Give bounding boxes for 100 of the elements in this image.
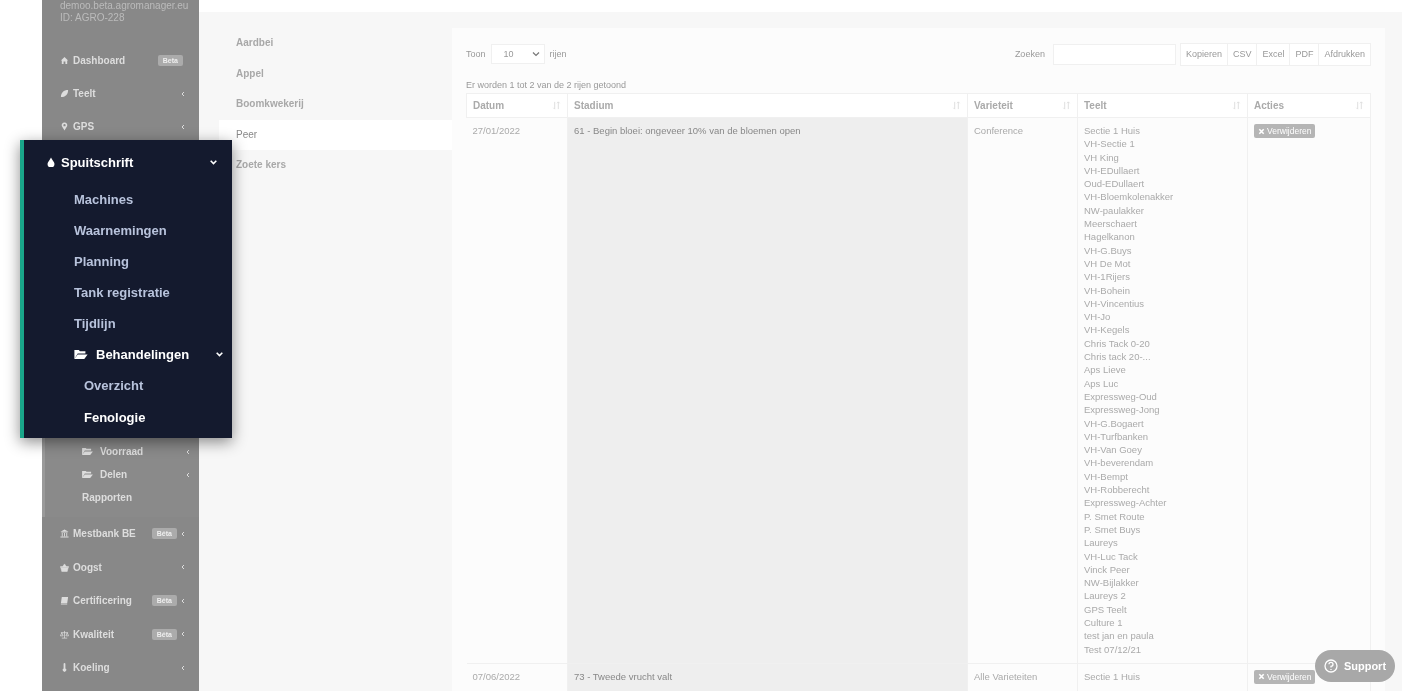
folder-icon	[74, 349, 88, 360]
field-name: Oud-EDullaert	[1084, 177, 1146, 191]
drop-icon	[47, 157, 55, 167]
book-icon	[60, 596, 69, 606]
sidebar-subitem[interactable]: Rapporten	[45, 486, 199, 509]
scale-icon	[60, 629, 69, 639]
length-label: Toon	[466, 49, 486, 59]
home-icon	[60, 56, 69, 65]
leaf-icon	[60, 89, 69, 98]
field-name: Expressweg-Oud	[1084, 389, 1158, 404]
sort-icon	[1062, 101, 1071, 110]
field-name: Aps Lieve	[1084, 363, 1127, 377]
field-name: VH-Vincentius	[1084, 296, 1146, 311]
field-name: VH-Sectie 1	[1084, 137, 1136, 151]
crop-tab[interactable]: Peer	[219, 119, 452, 150]
field-name: Expressweg-Achter	[1084, 496, 1168, 510]
field-name: Hagelkanon	[1084, 230, 1136, 244]
field-name: VH-Van Goey	[1084, 443, 1143, 457]
menu-item[interactable]: Fenologie	[24, 401, 232, 433]
table-info: Er worden 1 tot 2 van de 2 rijen getoond	[466, 80, 628, 92]
bank-icon	[60, 529, 69, 539]
folder-icon	[82, 447, 93, 456]
close-icon	[1258, 127, 1265, 135]
field-name: VH-EDullaert	[1084, 163, 1141, 178]
field-name: Aps Luc	[1084, 376, 1120, 390]
table-cell: 07/06/2022	[466, 663, 568, 691]
sidebar-item[interactable]: Oogst	[42, 550, 199, 584]
thermometer-icon	[60, 663, 69, 673]
sidebar-subitem[interactable]: Delen	[45, 463, 199, 486]
field-name: VH-Bohein	[1084, 283, 1131, 297]
column-header[interactable]: Stadium	[567, 93, 968, 118]
field-name: VH-1Rijers	[1084, 270, 1131, 284]
field-name: P. Smet Buys	[1084, 522, 1142, 537]
column-header[interactable]: Acties	[1247, 93, 1371, 118]
crop-tab[interactable]: Aardbei	[219, 28, 452, 59]
field-name: Chris Tack 0-20	[1084, 336, 1151, 351]
field-name: Laureys	[1084, 536, 1119, 550]
sidebar-subitem[interactable]: Voorraad	[45, 440, 199, 463]
field-name: VH-G.Buys	[1084, 243, 1133, 257]
field-name: Culture 1	[1084, 616, 1124, 630]
delete-button[interactable]: Verwijderen	[1254, 669, 1316, 684]
crop-tab[interactable]: Appel	[219, 58, 452, 89]
field-name: Sectie 1 Huis	[1084, 124, 1141, 138]
close-icon	[1258, 673, 1265, 681]
field-name: Expressweg-Jong	[1084, 403, 1161, 417]
field-name: NW-paulakker	[1084, 203, 1145, 218]
sidebar-item[interactable]: Koeling	[42, 651, 199, 685]
sort-icon	[552, 101, 561, 110]
column-header[interactable]: Datum	[466, 93, 568, 118]
menu-item[interactable]: Planning	[24, 246, 232, 277]
menu-item[interactable]: Tijdlijn	[24, 308, 232, 339]
basket-icon	[60, 562, 69, 572]
menu-item[interactable]: Tank registratie	[24, 277, 232, 308]
field-name: Meerschaert	[1084, 217, 1138, 231]
menu-item[interactable]: Machines	[24, 184, 232, 215]
table-cell: Alle Varieteiten	[967, 663, 1078, 691]
field-name: Chris tack 20-...	[1084, 350, 1152, 364]
field-name: VH-Bloemkolenakker	[1084, 190, 1175, 204]
crop-tab[interactable]: Boomkwekerij	[219, 89, 452, 120]
field-name: Test 07/12/21	[1084, 642, 1143, 656]
sort-icon	[952, 101, 961, 110]
field-name: VH-beverendam	[1084, 456, 1155, 470]
length-label: rijen	[549, 49, 567, 59]
column-header[interactable]: Varieteit	[967, 93, 1078, 118]
sidebar-item[interactable]: GPS	[42, 110, 199, 143]
field-name: Laureys 2	[1084, 589, 1127, 603]
field-name: GPS Teelt	[1084, 602, 1128, 616]
field-name: VH-G.Bogaert	[1084, 416, 1145, 430]
field-name: test jan en paula	[1084, 629, 1155, 643]
table-cell: 27/01/2022	[466, 117, 568, 664]
field-name: NW-Bijlakker	[1084, 576, 1140, 590]
menu-item[interactable]: Overzicht	[24, 370, 232, 402]
table-cell: 61 - Begin bloei: ongeveer 10% van de bloemen open	[567, 117, 968, 664]
field-name: VH De Mot	[1084, 256, 1132, 271]
field-name: VH-Kegels	[1084, 323, 1131, 337]
help-icon	[1323, 659, 1338, 673]
column-header[interactable]: Teelt	[1077, 93, 1248, 118]
field-name: VH-Turfbanken	[1084, 429, 1150, 444]
menu-group[interactable]: Behandelingen	[24, 339, 232, 370]
field-name: P. Smet Route	[1084, 509, 1146, 523]
field-name: Sectie 1 Huis	[1084, 669, 1141, 684]
field-name: VH King	[1084, 150, 1120, 164]
chevron-icon	[531, 51, 540, 57]
table-cell: Conference	[967, 117, 1078, 664]
search-label: Zoeken	[1014, 49, 1045, 59]
rows-per-page-select[interactable]: 10	[490, 44, 545, 64]
field-name: VH-Bempt	[1084, 469, 1129, 483]
sort-icon	[1355, 101, 1364, 110]
folder-icon	[82, 470, 93, 479]
field-name: VH-Jo	[1084, 310, 1112, 324]
support-button[interactable]: Support	[1315, 650, 1395, 682]
field-name: Vinck Peer	[1084, 562, 1131, 577]
delete-button[interactable]: Verwijderen	[1254, 124, 1316, 138]
sidebar-item[interactable]: Teelt	[42, 77, 199, 110]
menu-item[interactable]: Waarnemingen	[24, 215, 232, 246]
map-pin-icon	[60, 122, 69, 131]
sort-icon	[1232, 101, 1241, 110]
table-cell: 73 - Tweede vrucht valt	[567, 663, 968, 691]
field-name: VH-Robberecht	[1084, 483, 1151, 497]
field-name: VH-Luc Tack	[1084, 549, 1139, 563]
